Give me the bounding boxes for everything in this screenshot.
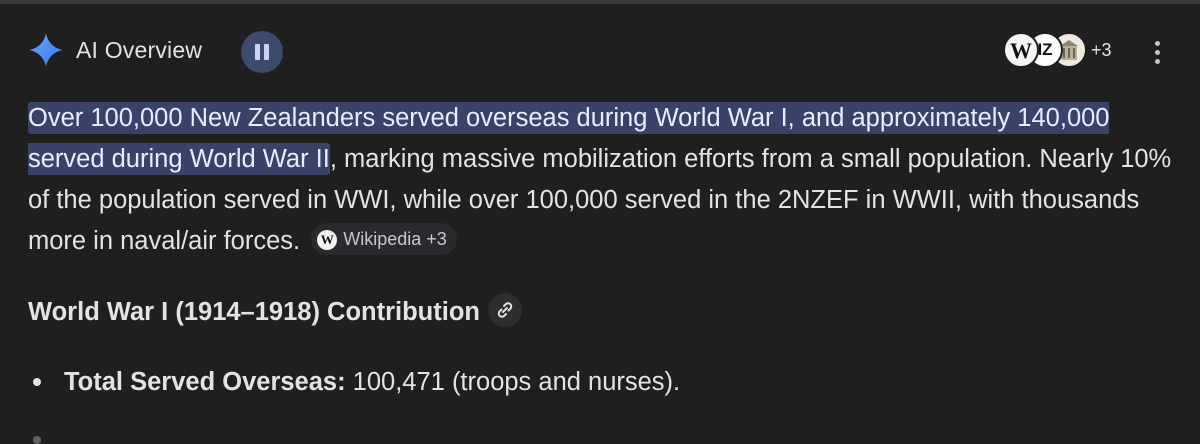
citation-chip-label: Wikipedia +3 bbox=[343, 229, 447, 250]
pause-button[interactable] bbox=[241, 31, 283, 73]
wikipedia-icon: W bbox=[317, 229, 338, 250]
gemini-sparkle-icon bbox=[29, 33, 63, 67]
source-avatar-wikipedia[interactable]: W bbox=[1003, 32, 1039, 68]
more-options-button[interactable] bbox=[1146, 34, 1170, 70]
more-sources-count[interactable]: +3 bbox=[1091, 40, 1112, 61]
bullet-label: Total Served Overseas: bbox=[64, 368, 346, 396]
link-button[interactable] bbox=[488, 293, 522, 328]
section-heading: World War I (1914–1918) Contribution bbox=[28, 292, 522, 332]
pause-icon bbox=[255, 44, 260, 60]
ai-overview-header: AI Overview W IZ +3 bbox=[28, 30, 1178, 73]
list-item: Total Served Overseas: 100,471 (troops a… bbox=[28, 360, 1178, 404]
link-icon bbox=[497, 302, 513, 318]
ai-overview-title: AI Overview bbox=[76, 37, 203, 63]
window-top-border bbox=[0, 0, 1200, 4]
source-avatars[interactable]: W IZ +3 bbox=[1003, 30, 1123, 72]
bullet-text: 100,471 (troops and nurses). bbox=[345, 368, 681, 396]
overview-paragraph: Over 100,000 New Zealanders served overs… bbox=[28, 98, 1178, 262]
contribution-list: Total Served Overseas: 100,471 (troops a… bbox=[28, 360, 1178, 444]
citation-chip[interactable]: W Wikipedia +3 bbox=[311, 223, 457, 256]
bullet-dot bbox=[33, 436, 41, 444]
section-title-text: World War I (1914–1918) Contribution bbox=[28, 298, 480, 326]
bullet-dot bbox=[33, 378, 41, 386]
